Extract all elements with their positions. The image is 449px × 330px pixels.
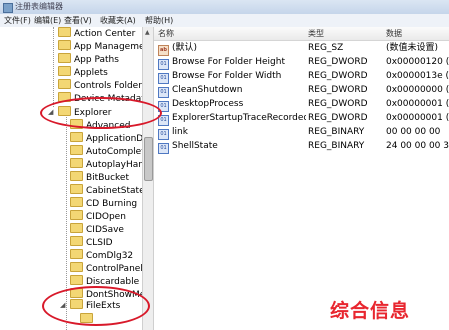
folder-icon — [70, 158, 83, 168]
menu-favorites[interactable]: 收藏夹(A) — [100, 14, 136, 27]
folder-icon — [70, 236, 83, 246]
tree-item[interactable]: CIDOpen — [70, 210, 126, 223]
tree-item[interactable]: Action Center — [58, 27, 135, 40]
folder-icon — [70, 171, 83, 181]
column-header-type[interactable]: 类型 — [308, 28, 324, 39]
folder-icon — [58, 92, 71, 102]
tree-item-fileexts[interactable]: ◢ FileExts — [60, 299, 120, 312]
folder-icon — [70, 119, 83, 129]
menu-file[interactable]: 文件(F) — [4, 14, 31, 27]
tree-scrollbar[interactable]: ▲ — [142, 27, 154, 330]
window-title: 注册表编辑器 — [15, 2, 63, 11]
tree-item[interactable]: Device Metadata — [58, 92, 142, 105]
folder-icon — [58, 27, 71, 37]
open-folder-icon — [70, 299, 83, 309]
binary-value-icon: 01 — [158, 129, 169, 140]
registry-tree[interactable]: Action Center App Management App Paths A… — [0, 27, 142, 330]
binary-value-icon: 01 — [158, 73, 169, 84]
collapse-arrow-icon[interactable]: ◢ — [60, 299, 68, 312]
tree-item[interactable]: ControlPanel — [70, 262, 142, 275]
tree-item[interactable]: BitBucket — [70, 171, 129, 184]
tree-item[interactable]: AutoComplete — [70, 145, 142, 158]
collapse-arrow-icon[interactable]: ◢ — [48, 106, 56, 119]
tree-item[interactable]: App Paths — [58, 53, 119, 66]
folder-icon — [70, 197, 83, 207]
table-row[interactable]: 01 ExplorerStartupTraceRecorded REG_DWORD… — [154, 112, 449, 126]
folder-icon — [70, 223, 83, 233]
menu-bar: 文件(F) 编辑(E) 查看(V) 收藏夹(A) 帮助(H) — [0, 14, 449, 28]
column-header-name[interactable]: 名称 — [158, 28, 174, 39]
tree-item[interactable]: Discardable — [70, 275, 139, 288]
folder-icon — [70, 145, 83, 155]
open-folder-icon — [58, 106, 71, 116]
table-row[interactable]: 01 Browse For Folder Height REG_DWORD 0x0… — [154, 56, 449, 70]
title-bar: 注册表编辑器 — [0, 0, 449, 14]
folder-icon — [70, 262, 83, 272]
tree-item[interactable]: CLSID — [70, 236, 113, 249]
table-row[interactable]: 01 Browse For Folder Width REG_DWORD 0x00… — [154, 70, 449, 84]
folder-icon — [58, 40, 71, 50]
folder-icon — [70, 249, 83, 259]
folder-icon — [58, 53, 71, 63]
table-row[interactable]: ab (默认) REG_SZ (数值未设置) — [154, 42, 449, 56]
table-row[interactable]: 01DesktopProcess REG_DWORD 0x00000001 (1… — [154, 98, 449, 112]
watermark-logo: 综合信息 — [330, 300, 411, 322]
tree-item-explorer[interactable]: ◢ Explorer — [48, 106, 111, 119]
string-value-icon: ab — [158, 45, 169, 56]
tree-item[interactable]: CIDSave — [70, 223, 124, 236]
scrollbar-thumb[interactable] — [144, 137, 153, 181]
menu-view[interactable]: 查看(V) — [64, 14, 92, 27]
folder-icon — [70, 275, 83, 285]
folder-icon — [58, 79, 71, 89]
binary-value-icon: 01 — [158, 59, 169, 70]
table-row[interactable]: 01 link REG_BINARY 00 00 00 00 — [154, 126, 449, 140]
regedit-app-icon — [3, 3, 13, 13]
folder-icon — [70, 288, 83, 298]
folder-icon — [70, 210, 83, 220]
list-header: 名称 类型 数据 — [154, 27, 449, 41]
tree-item[interactable]: CD Burning — [70, 197, 137, 210]
binary-value-icon: 01 — [158, 87, 169, 98]
tree-item[interactable]: Applets — [58, 66, 108, 79]
tree-item[interactable]: CabinetState — [70, 184, 142, 197]
menu-help[interactable]: 帮助(H) — [145, 14, 173, 27]
folder-icon — [58, 66, 71, 76]
folder-icon — [70, 132, 83, 142]
tree-item-child[interactable] — [80, 313, 96, 326]
tree-item[interactable]: App Management — [58, 40, 142, 53]
tree-item[interactable]: ApplicationDes — [70, 132, 142, 145]
folder-icon — [70, 184, 83, 194]
table-row[interactable]: 01ShellState REG_BINARY 24 00 00 00 38 2 — [154, 140, 449, 154]
column-header-data[interactable]: 数据 — [386, 28, 402, 39]
folder-icon — [80, 313, 93, 323]
tree-item[interactable]: Advanced — [70, 119, 130, 132]
menu-edit[interactable]: 编辑(E) — [34, 14, 61, 27]
table-row[interactable]: 01CleanShutdown REG_DWORD 0x00000000 (0) — [154, 84, 449, 98]
binary-value-icon: 01 — [158, 101, 169, 112]
tree-item[interactable]: ComDlg32 — [70, 249, 133, 262]
tree-item[interactable]: Controls Folder — [58, 79, 142, 92]
values-list[interactable]: 名称 类型 数据 ab (默认) REG_SZ (数值未设置) 01 Browse … — [154, 27, 449, 330]
scroll-up-arrow-icon[interactable]: ▲ — [145, 29, 150, 36]
tree-item[interactable]: AutoplayHandle — [70, 158, 142, 171]
binary-value-icon: 01 — [158, 115, 169, 126]
binary-value-icon: 01 — [158, 143, 169, 154]
